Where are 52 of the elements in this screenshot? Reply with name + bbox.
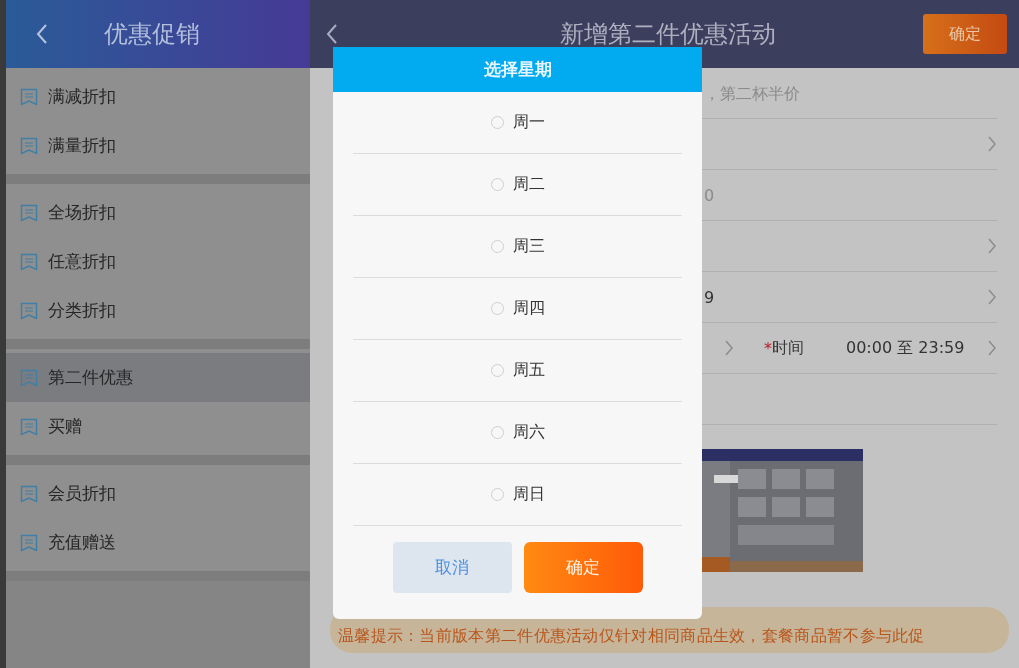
option-label: 周五 (512, 360, 545, 381)
sidebar-item[interactable]: 满减折扣 (6, 72, 310, 121)
sidebar-item[interactable]: 第二件优惠 (6, 353, 310, 402)
tag-icon (20, 136, 38, 155)
radio-option[interactable]: 周三 (353, 216, 682, 278)
sidebar-title: 优惠促销 (104, 19, 200, 50)
sidebar-item[interactable]: 分类折扣 (6, 286, 310, 335)
radio-option[interactable]: 周二 (353, 154, 682, 216)
back-icon[interactable] (36, 23, 48, 45)
dialog-title: 选择星期 (483, 58, 552, 81)
page-title: 新增第二件优惠活动 (560, 19, 776, 50)
option-label: 周四 (512, 298, 545, 319)
text-input[interactable]: ，第二杯半价 (700, 78, 997, 108)
required-mark: * (764, 338, 772, 358)
back-icon[interactable] (326, 23, 338, 45)
chevron-icon[interactable] (987, 135, 997, 153)
option-label: 周六 (512, 422, 545, 443)
cancel-button[interactable]: 取消 (392, 542, 512, 593)
tag-icon (20, 533, 38, 552)
radio-option[interactable]: 周四 (353, 278, 682, 340)
field-value: 9 (704, 287, 715, 307)
notice-text: 温馨提示：当前版本第二件优惠活动仅针对相同商品生效，套餐商品暂不参与此促 (338, 626, 925, 647)
confirm-button[interactable]: 确定 (523, 542, 643, 593)
tag-icon (20, 368, 38, 387)
tag-icon (20, 252, 38, 271)
sidebar-item[interactable]: 充值赠送 (6, 518, 310, 567)
option-label: 周日 (512, 484, 545, 505)
field-value: 00:00 至 23:59 (846, 337, 965, 359)
sidebar-item[interactable]: 满量折扣 (6, 121, 310, 170)
field-label: 时间 (772, 337, 804, 359)
radio-option[interactable]: 周日 (353, 464, 682, 526)
sidebar-item[interactable]: 任意折扣 (6, 237, 310, 286)
chevron-icon[interactable] (987, 237, 997, 255)
tag-icon (20, 417, 38, 436)
tag-icon (20, 301, 38, 320)
sidebar-item[interactable]: 会员折扣 (6, 469, 310, 518)
option-label: 周三 (512, 236, 545, 257)
chevron-icon[interactable] (987, 288, 997, 306)
sidebar-item[interactable]: 买赠 (6, 402, 310, 451)
text-input[interactable]: 0 (700, 180, 997, 210)
tag-icon (20, 203, 38, 222)
option-label: 周二 (512, 174, 545, 195)
option-label: 周一 (512, 112, 545, 133)
radio-option[interactable]: 周五 (353, 340, 682, 402)
confirm-button[interactable]: 确定 (923, 14, 1007, 54)
radio-option[interactable]: 周一 (353, 92, 682, 154)
sidebar-item[interactable]: 全场折扣 (6, 188, 310, 237)
chevron-icon[interactable] (987, 339, 997, 357)
tag-icon (20, 484, 38, 503)
chevron-icon[interactable] (724, 339, 734, 357)
tag-icon (20, 87, 38, 106)
radio-option[interactable]: 周六 (353, 402, 682, 464)
